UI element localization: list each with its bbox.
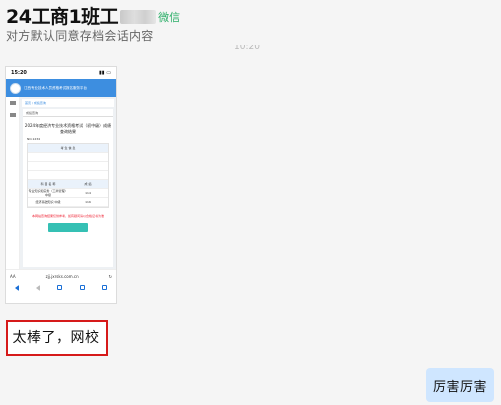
table-header: 考 生 信 息 [60,146,76,150]
address-url: zjj.jxrsks.com.cn [45,273,79,279]
share-icon [57,285,63,290]
phone-status-time: 15:20 [11,70,27,76]
score-header-right: 成 绩 [84,182,92,186]
chat-title[interactable]: 24工商1班工 [6,2,119,29]
score-card: 成绩查询 2024年度经济专业技术资格考试（初中级）成绩查询结果 NO.1234… [23,109,113,267]
score-row-label: 经济基础知识 中级 [35,200,61,204]
site-content: 首页 / 成绩查询 成绩查询 2024年度经济专业技术资格考试（初中级）成绩查询… [6,97,116,269]
reload-icon: ↻ [108,273,112,279]
score-card-header: 成绩查询 [23,109,113,117]
score-row: 专业知识和实务（工商管理）中级 114 [28,189,108,198]
score-row-value: 116 [85,200,91,204]
table-header-row: 考 生 信 息 [28,144,108,153]
archive-notice: 对方默认同意存档会话内容 [6,29,154,43]
tabs-icon [102,285,108,290]
score-row-label: 专业知识和实务（工商管理）中级 [28,189,68,197]
score-card-title: 2024年度经济专业技术资格考试（初中级）成绩查询结果 [24,123,112,134]
score-header-left: 科 目 名 称 [40,182,56,186]
phone-status-bar: 15:20 ▮▮ ▭ [6,67,116,79]
table-row [28,162,108,171]
redacted-name-blur [120,9,157,24]
browser-address-bar: AA zjj.jxrsks.com.cn ↻ [6,269,116,282]
site-header-bar: 江西专业技术人员资格考试报名服务平台 [6,79,116,97]
image-message-screenshot[interactable]: 15:20 ▮▮ ▭ 江西专业技术人员资格考试报名服务平台 首页 / 成绩查询 … [5,66,117,304]
score-table: 考 生 信 息 科 目 名 称 成 绩 专业知识和实务（工商管理）中级 114 … [27,143,109,208]
address-prefix: AA [10,273,16,279]
back-icon [14,284,19,291]
message-timestamp: 10:20 [234,45,260,52]
wechat-tag: 微信 [158,10,181,24]
score-warning: 本网站查询结果仅供参考，如有疑问请以合格证书为准 [31,214,104,218]
site-logo-icon [10,82,21,94]
received-message[interactable]: 太棒了，网校 [8,322,104,352]
chat-header: 24工商1班工 微信 对方默认同意存档会话内容 [0,0,501,50]
forward-icon [36,284,41,291]
site-breadcrumb: 首页 / 成绩查询 [22,99,114,107]
score-header-row: 科 目 名 称 成 绩 [28,180,108,189]
site-main: 首页 / 成绩查询 成绩查询 2024年度经济专业技术资格考试（初中级）成绩查询… [20,97,116,269]
score-card-number: NO.1234 [27,137,41,141]
site-sidebar [6,97,20,269]
chat-title-row: 24工商1班工 微信 [6,2,180,29]
bookmarks-icon [79,285,85,290]
sent-message[interactable]: 厉害厉害 [426,368,494,402]
signal-battery-icon: ▮▮ ▭ [99,70,111,76]
score-row-value: 114 [85,191,91,195]
table-row [28,171,108,180]
browser-toolbar [6,282,116,293]
print-button [48,223,88,232]
table-row [28,153,108,162]
site-title: 江西专业技术人员资格考试报名服务平台 [24,85,87,90]
score-row: 经济基础知识 中级 116 [28,198,108,207]
